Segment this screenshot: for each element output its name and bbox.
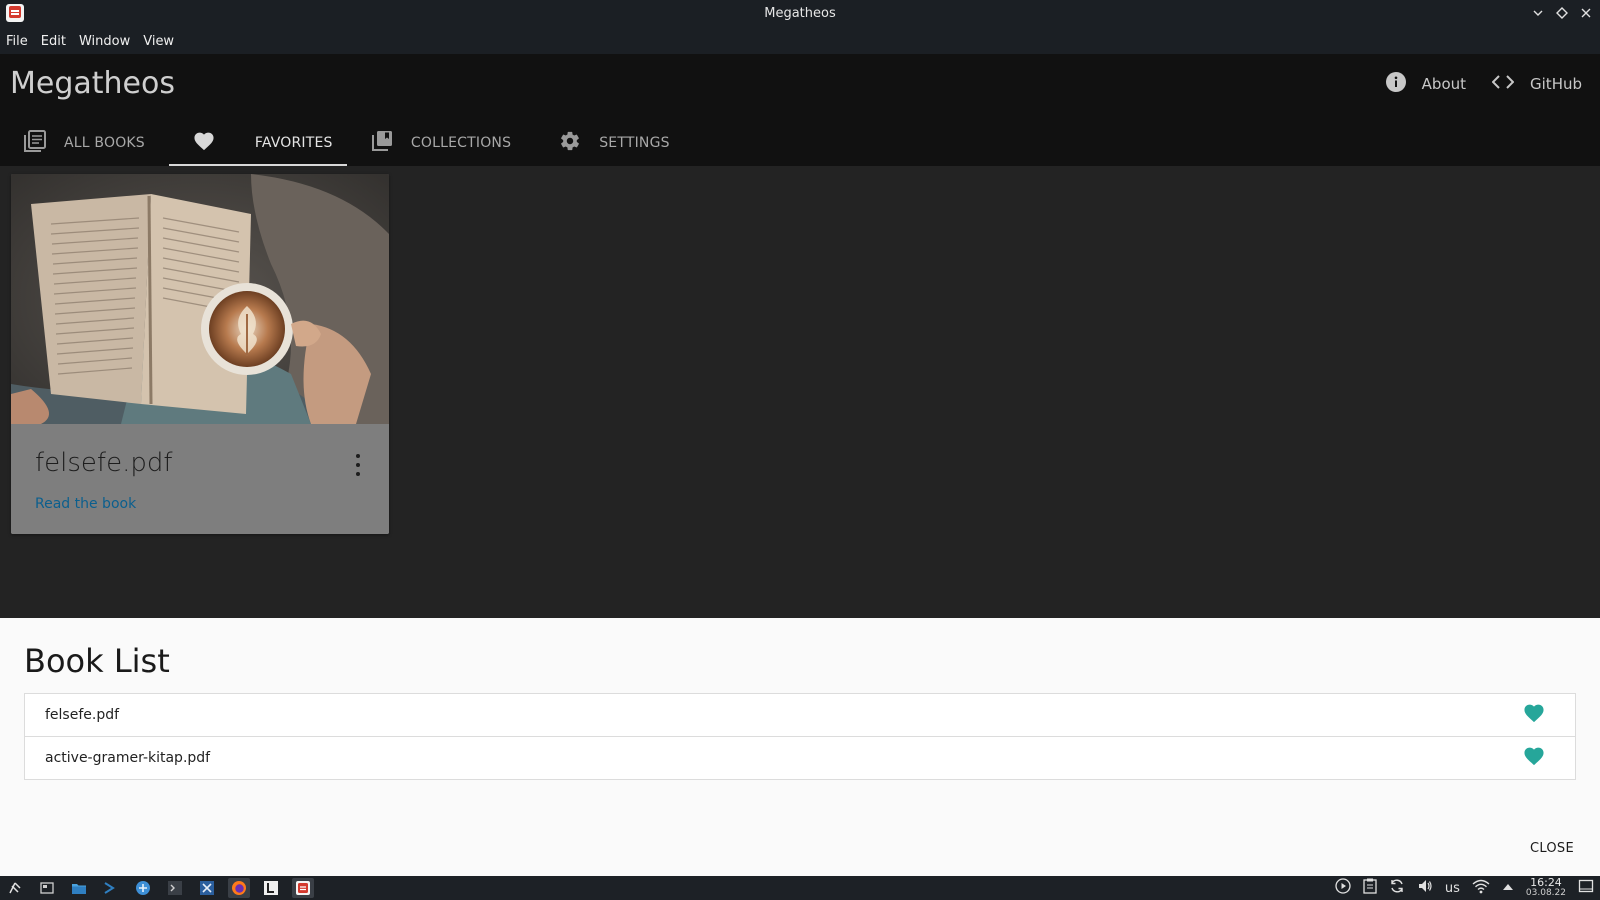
app-brand-title: Megatheos <box>10 66 175 101</box>
github-link[interactable]: GitHub <box>1491 75 1582 93</box>
library-icon <box>24 130 46 156</box>
clipboard-icon[interactable] <box>1363 878 1377 898</box>
book-card-title: felsefe.pdf <box>35 448 173 478</box>
about-link[interactable]: About <box>1385 72 1467 96</box>
list-item[interactable]: felsefe.pdf <box>25 694 1575 737</box>
tab-all-books-label: ALL BOOKS <box>64 135 145 151</box>
book-list-title: Book List <box>24 642 170 680</box>
app-launcher-icon[interactable] <box>4 878 26 898</box>
terminal-prompt-icon[interactable] <box>100 878 122 898</box>
terminal-icon[interactable] <box>164 878 186 898</box>
tab-favorites-label: FAVORITES <box>254 135 333 151</box>
keyboard-layout-indicator[interactable]: us <box>1445 881 1460 896</box>
updates-icon[interactable] <box>1389 878 1405 898</box>
menu-file[interactable]: File <box>6 34 28 49</box>
tab-settings[interactable]: SETTINGS <box>535 120 694 166</box>
book-cover-image <box>11 174 389 424</box>
window-titlebar: Megatheos <box>0 0 1600 28</box>
app-header: Megatheos About GitHub ALL BOOKS FAVORIT… <box>0 54 1600 166</box>
clock[interactable]: 16:24 03.08.22 <box>1525 876 1566 898</box>
clock-date: 03.08.22 <box>1525 888 1566 898</box>
header-links: About GitHub <box>1385 72 1582 96</box>
info-icon <box>1385 72 1406 96</box>
system-tray: us 16:24 03.08.22 <box>1335 876 1594 898</box>
taskbar-launchers <box>4 878 314 898</box>
tab-all-books[interactable]: ALL BOOKS <box>0 120 169 166</box>
show-desktop-icon[interactable] <box>1578 878 1594 898</box>
system-taskbar: us 16:24 03.08.22 <box>0 876 1600 900</box>
clock-time: 16:24 <box>1530 876 1562 889</box>
volume-icon[interactable] <box>1417 878 1433 898</box>
minimize-icon[interactable] <box>1530 4 1546 22</box>
maximize-icon[interactable] <box>1554 4 1570 22</box>
file-manager-icon[interactable] <box>68 878 90 898</box>
book-card: felsefe.pdf Read the book <box>11 174 389 534</box>
launcher-l-icon[interactable] <box>260 878 282 898</box>
menu-window[interactable]: Window <box>79 34 130 49</box>
heart-icon <box>193 131 215 155</box>
wifi-icon[interactable] <box>1472 878 1490 898</box>
more-vert-icon[interactable] <box>355 454 361 476</box>
book-list: felsefe.pdf active-gramer-kitap.pdf <box>24 693 1576 780</box>
book-name: felsefe.pdf <box>45 707 120 723</box>
vscode-icon[interactable] <box>196 878 218 898</box>
menu-view[interactable]: View <box>143 34 174 49</box>
gear-icon <box>559 130 581 156</box>
github-label: GitHub <box>1530 75 1582 93</box>
firefox-icon[interactable] <box>228 878 250 898</box>
tab-settings-label: SETTINGS <box>599 135 670 151</box>
book-name: active-gramer-kitap.pdf <box>45 750 211 766</box>
about-label: About <box>1421 75 1467 93</box>
tab-favorites[interactable]: FAVORITES <box>168 120 347 166</box>
menubar: File Edit Window View <box>0 28 1600 54</box>
menu-edit[interactable]: Edit <box>41 34 66 49</box>
window-controls <box>1530 4 1594 22</box>
read-book-link[interactable]: Read the book <box>35 496 136 512</box>
tab-collections[interactable]: COLLECTIONS <box>347 120 535 166</box>
window-title: Megatheos <box>764 6 836 21</box>
code-icon <box>1491 75 1515 93</box>
book-list-sheet: Book List felsefe.pdf active-gramer-kita… <box>0 618 1600 876</box>
collections-icon <box>371 130 393 156</box>
desktop-pager-icon[interactable] <box>36 878 58 898</box>
favorite-heart-icon[interactable] <box>1523 746 1545 770</box>
book-card-body: felsefe.pdf Read the book <box>11 424 389 534</box>
tab-collections-label: COLLECTIONS <box>410 135 512 151</box>
close-button[interactable]: CLOSE <box>1530 841 1574 856</box>
megatheos-taskbar-icon[interactable] <box>292 878 314 898</box>
favorite-heart-icon[interactable] <box>1523 703 1545 727</box>
discover-store-icon[interactable] <box>132 878 154 898</box>
favorites-content: felsefe.pdf Read the book <box>0 166 1600 618</box>
tray-expand-icon[interactable] <box>1502 881 1514 896</box>
list-item[interactable]: active-gramer-kitap.pdf <box>25 737 1575 779</box>
close-icon[interactable] <box>1578 4 1594 22</box>
media-play-icon[interactable] <box>1335 878 1351 898</box>
nav-tabs: ALL BOOKS FAVORITES COLLECTIONS SETTINGS <box>0 120 694 166</box>
